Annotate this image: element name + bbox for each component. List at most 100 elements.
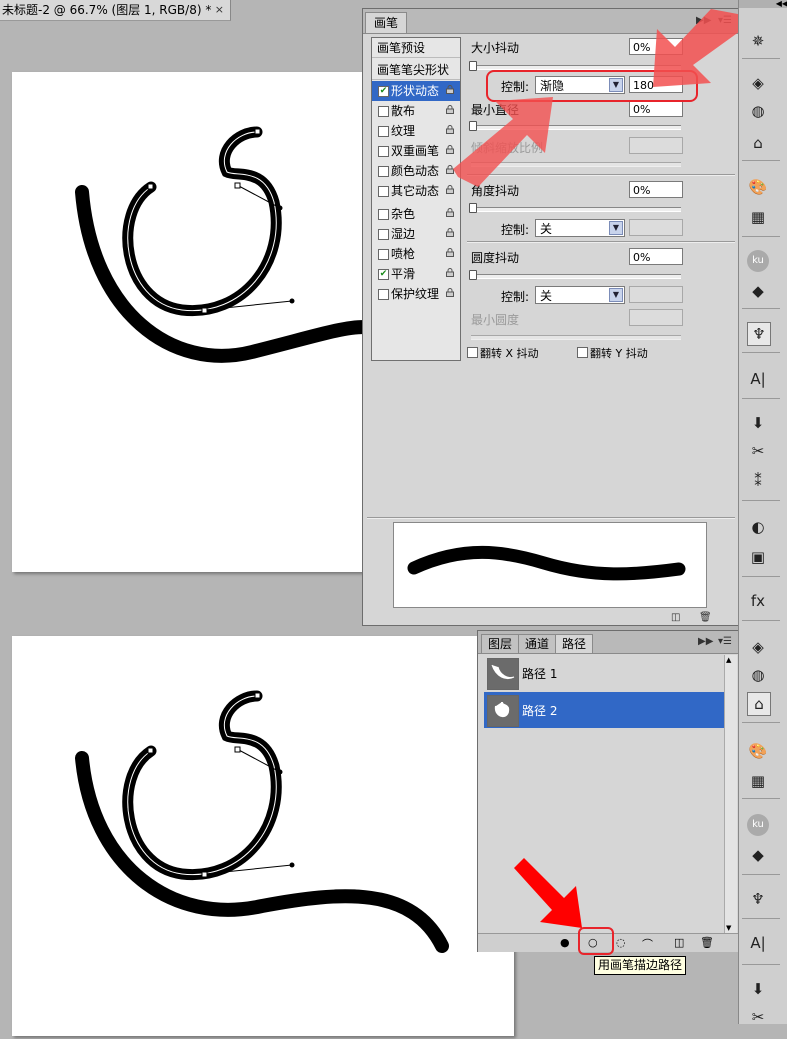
panel-menu-icon[interactable]: ▾☰	[718, 15, 732, 26]
swatches-icon[interactable]: 🎨	[747, 176, 769, 198]
checkbox[interactable]	[378, 126, 389, 137]
navigator-icon[interactable]: ✵	[747, 30, 769, 52]
lock-icon[interactable]	[446, 185, 454, 194]
size-jitter-thumb[interactable]	[469, 61, 477, 71]
brush-option-scattering[interactable]: 散布	[372, 101, 460, 121]
path-row[interactable]: 路径 1	[484, 655, 724, 691]
grid-icon[interactable]: ▦	[747, 206, 769, 228]
collapse-icon[interactable]: ▶▶	[698, 636, 713, 647]
canvas-bottom[interactable]	[12, 636, 514, 1036]
brush-tip-shape-item[interactable]: 画笔笔尖形状	[372, 60, 460, 80]
brush-option-smoothing[interactable]: ✔ 平滑	[372, 264, 460, 284]
angle-jitter-thumb[interactable]	[469, 203, 477, 213]
checkbox[interactable]: ✔	[378, 86, 389, 97]
checkbox[interactable]	[378, 146, 389, 157]
angle-jitter-slider[interactable]	[471, 207, 681, 212]
dock-collapse-icon[interactable]: ◀◀	[739, 0, 787, 8]
tab-channels[interactable]: 通道	[518, 634, 556, 653]
min-diameter-slider[interactable]	[471, 125, 681, 130]
circle-icon[interactable]: ◐	[747, 516, 769, 538]
checkbox[interactable]	[378, 249, 389, 260]
channels-icon[interactable]: ◍	[747, 100, 769, 122]
lock-icon[interactable]	[446, 228, 454, 237]
swatches-icon[interactable]: 🎨	[747, 740, 769, 762]
panel-menu-icon[interactable]: ▾☰	[718, 636, 732, 647]
collapse-icon[interactable]: ▶▶	[696, 15, 711, 26]
angle-jitter-field[interactable]: 0%	[629, 181, 683, 198]
brush-icon[interactable]: ♆	[747, 888, 769, 910]
roundness-jitter-slider[interactable]	[471, 274, 681, 279]
lock-icon[interactable]	[446, 85, 454, 94]
roundness-control-dropdown[interactable]: 关 ▼	[535, 286, 625, 304]
load-selection-icon[interactable]: ◌	[616, 936, 626, 949]
flip-x-checkbox[interactable]	[467, 347, 478, 358]
layers-icon[interactable]: ◈	[747, 636, 769, 658]
actions-icon[interactable]: ⁑	[747, 470, 769, 492]
tab-brush[interactable]: 画笔	[365, 12, 407, 33]
trash-icon[interactable]: 🗑	[699, 612, 712, 623]
fill-icon[interactable]: ◆	[747, 844, 769, 866]
size-jitter-slider[interactable]	[471, 65, 681, 70]
tools-icon[interactable]: ✂	[747, 1006, 769, 1028]
checkbox[interactable]	[378, 229, 389, 240]
brush-option-dual-brush[interactable]: 双重画笔	[372, 141, 460, 161]
checkbox[interactable]	[378, 209, 389, 220]
brush-option-other-dynamics[interactable]: 其它动态	[372, 181, 460, 201]
checkbox[interactable]	[378, 106, 389, 117]
path-row[interactable]: 路径 2	[484, 692, 724, 728]
checkbox[interactable]	[378, 289, 389, 300]
brush-option-noise[interactable]: 杂色	[372, 204, 460, 224]
lock-icon[interactable]	[446, 288, 454, 297]
kuler-icon[interactable]: ku	[747, 814, 769, 836]
close-document-icon[interactable]: ×	[215, 0, 224, 20]
fill-path-icon[interactable]: ●	[560, 936, 570, 949]
lock-icon[interactable]	[446, 125, 454, 134]
canvas-top[interactable]	[12, 72, 371, 572]
stamp-icon[interactable]: ⬇	[747, 978, 769, 1000]
brush-option-shape-dynamics[interactable]: ✔ 形状动态	[372, 81, 460, 101]
tools-icon[interactable]: ✂	[747, 440, 769, 462]
document-tab[interactable]: 未标题-2 @ 66.7% (图层 1, RGB/8) * ×	[0, 0, 231, 21]
roundness-jitter-field[interactable]: 0%	[629, 248, 683, 265]
paths-icon[interactable]: ⌂	[747, 132, 769, 154]
make-workpath-icon[interactable]: ⌒	[642, 936, 653, 952]
mask-icon[interactable]: ▣	[747, 546, 769, 568]
character-icon[interactable]: A|	[747, 932, 769, 954]
lock-icon[interactable]	[446, 248, 454, 257]
brush-icon[interactable]: ♆	[747, 322, 771, 346]
lock-icon[interactable]	[446, 145, 454, 154]
paths-icon[interactable]: ⌂	[747, 692, 771, 716]
kuler-icon[interactable]: ku	[747, 250, 769, 272]
lock-icon[interactable]	[446, 105, 454, 114]
size-jitter-field[interactable]: 0%	[629, 38, 683, 55]
layers-icon[interactable]: ◈	[747, 72, 769, 94]
fill-icon[interactable]: ◆	[747, 280, 769, 302]
checkbox[interactable]	[378, 166, 389, 177]
angle-control-dropdown[interactable]: 关 ▼	[535, 219, 625, 237]
tab-layers[interactable]: 图层	[481, 634, 519, 653]
roundness-jitter-thumb[interactable]	[469, 270, 477, 280]
min-diameter-thumb[interactable]	[469, 121, 477, 131]
trash-icon[interactable]: 🗑	[700, 936, 714, 949]
brush-option-texture[interactable]: 纹理	[372, 121, 460, 141]
fx-icon[interactable]: fx	[747, 590, 769, 612]
scrollbar[interactable]: ▲ ▼	[724, 655, 737, 933]
new-brush-icon[interactable]: ◫	[671, 612, 680, 623]
tab-paths[interactable]: 路径	[555, 634, 593, 653]
checkbox[interactable]: ✔	[378, 269, 389, 280]
min-diameter-field[interactable]: 0%	[629, 100, 683, 117]
brush-option-color-dynamics[interactable]: 颜色动态	[372, 161, 460, 181]
brush-option-airbrush[interactable]: 喷枪	[372, 244, 460, 264]
lock-icon[interactable]	[446, 208, 454, 217]
stroke-path-icon[interactable]: ○	[588, 936, 598, 949]
new-path-icon[interactable]: ◫	[674, 936, 684, 949]
size-control-dropdown[interactable]: 渐隐 ▼	[535, 76, 625, 94]
checkbox[interactable]	[378, 186, 389, 197]
flip-y-checkbox[interactable]	[577, 347, 588, 358]
brush-option-wet-edges[interactable]: 湿边	[372, 224, 460, 244]
brush-presets-item[interactable]: 画笔预设	[372, 38, 460, 58]
grid-icon[interactable]: ▦	[747, 770, 769, 792]
lock-icon[interactable]	[446, 165, 454, 174]
channels-icon[interactable]: ◍	[747, 664, 769, 686]
character-icon[interactable]: A|	[747, 368, 769, 390]
